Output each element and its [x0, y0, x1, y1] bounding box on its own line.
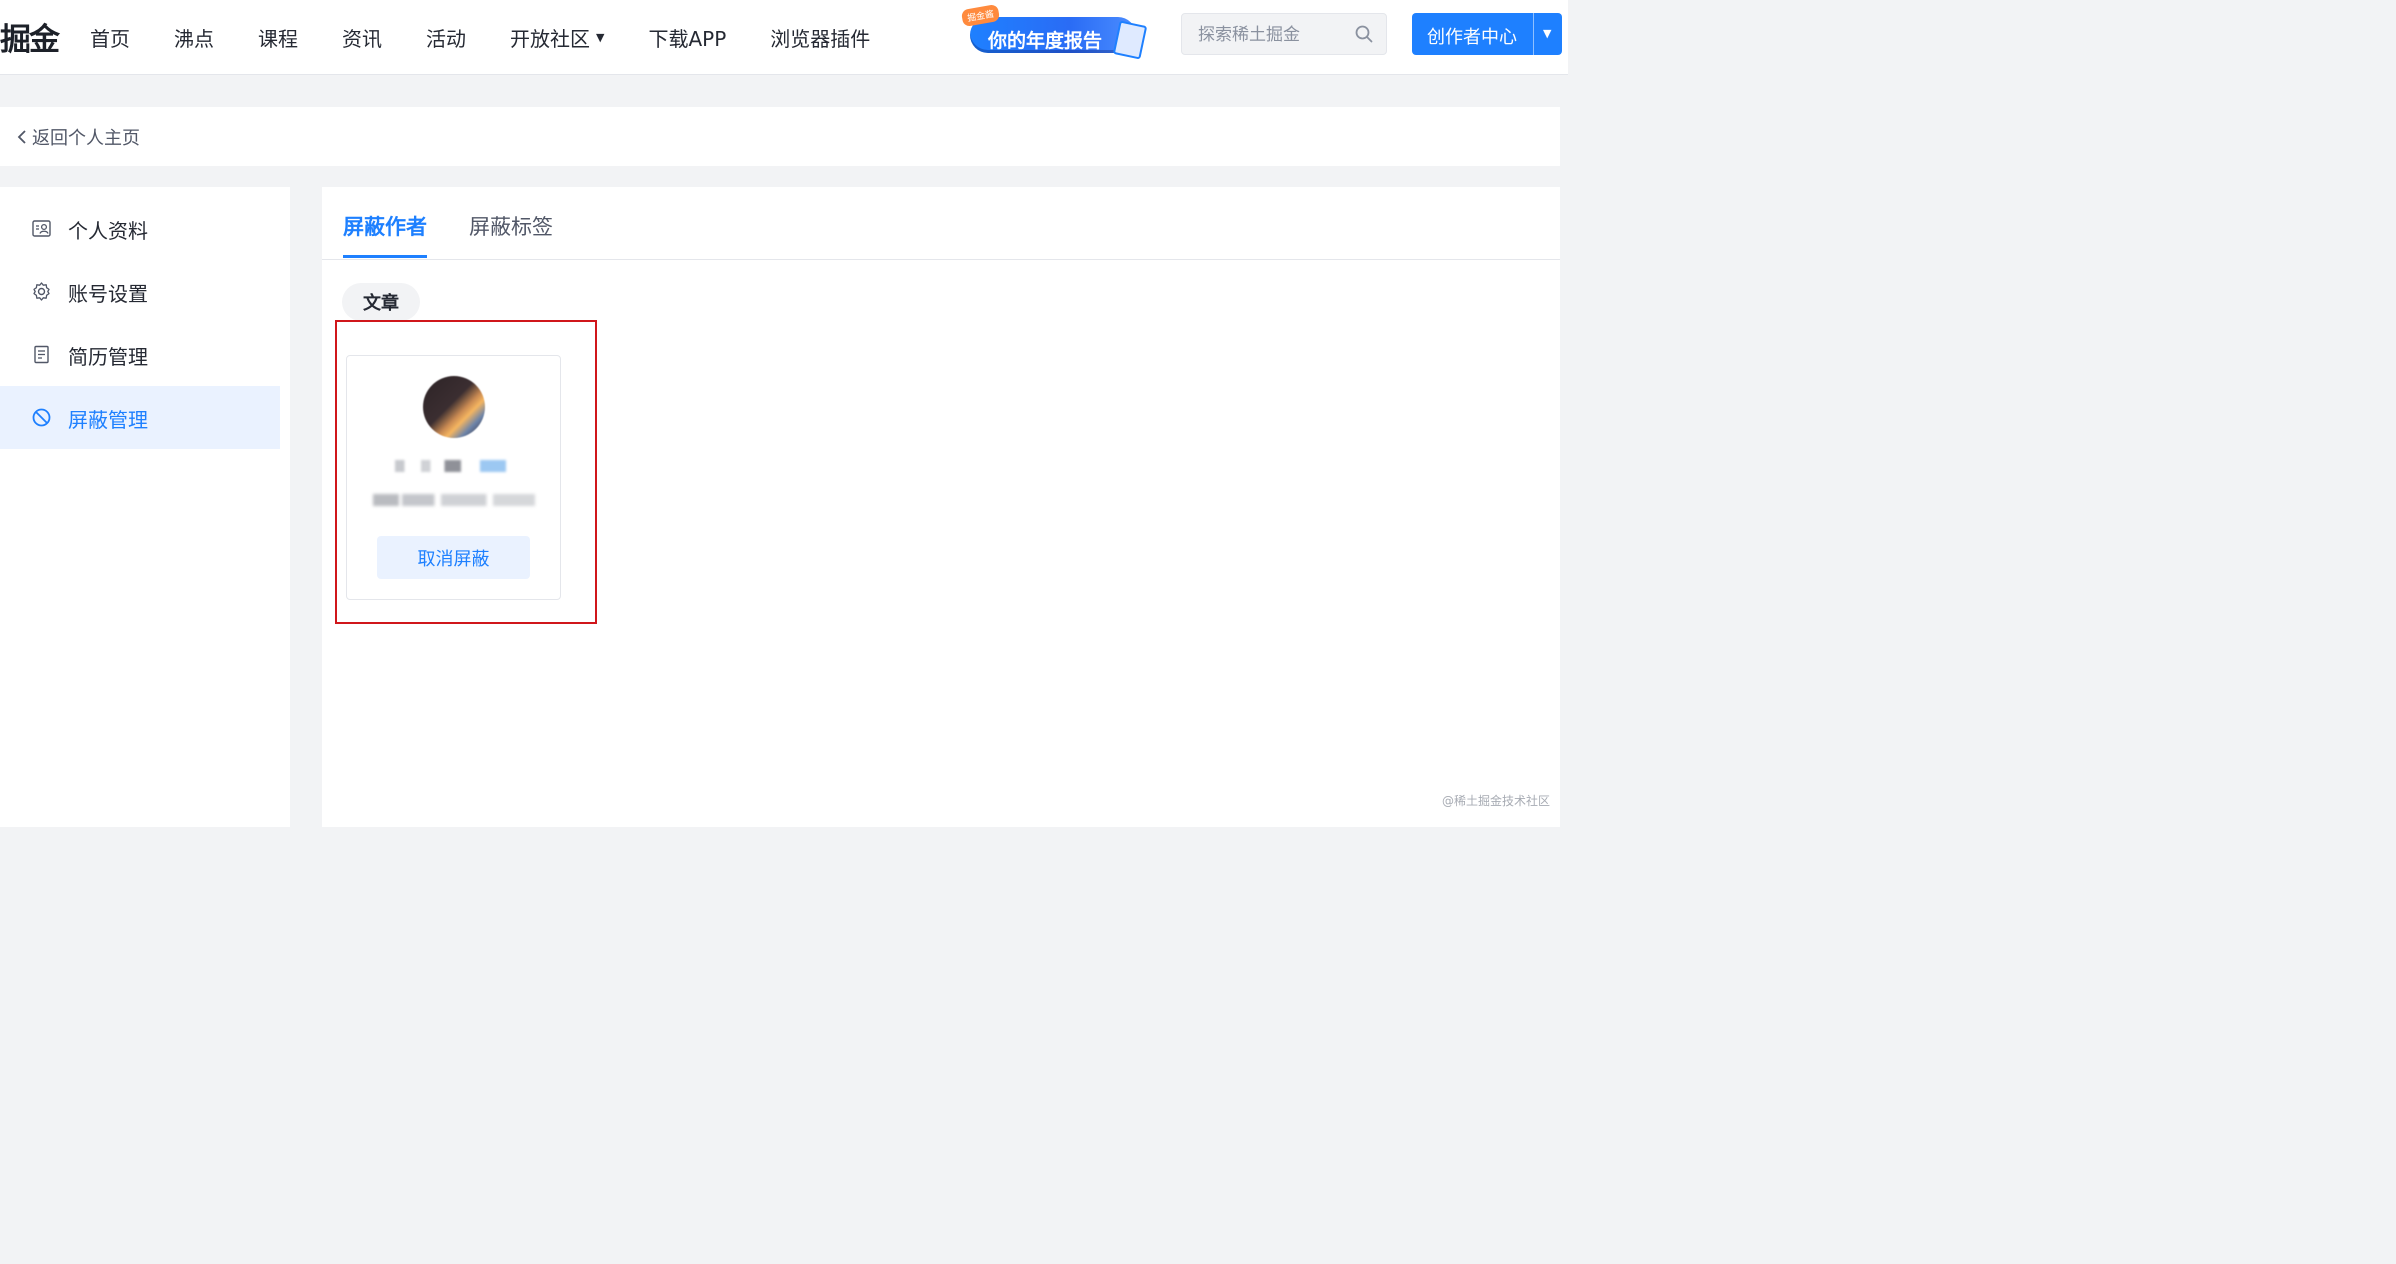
sidebar-item-block-management[interactable]: 屏蔽管理 [0, 386, 280, 449]
button-divider [1533, 13, 1534, 55]
nav-item-label: 课程 [258, 26, 298, 51]
nav-item-label: 下载APP [648, 26, 727, 51]
block-icon [32, 408, 51, 427]
nav-item-browser-extension[interactable]: 浏览器插件 [748, 23, 892, 52]
tab-bar: 屏蔽作者 屏蔽标签 [322, 187, 1560, 260]
blocked-user-card: 取消屏蔽 [346, 355, 561, 600]
caret-down-icon: ▼ [596, 30, 605, 44]
sidebar-item-profile[interactable]: 个人资料 [0, 197, 280, 260]
caret-down-icon[interactable]: ▼ [1543, 27, 1551, 40]
blurred-username [395, 460, 513, 472]
avatar[interactable] [423, 376, 485, 438]
nav-item-download-app[interactable]: 下载APP [626, 23, 748, 52]
creator-center-label: 创作者中心 [1427, 27, 1517, 48]
nav-item-home[interactable]: 首页 [68, 23, 152, 52]
sidebar-item-account-settings[interactable]: 账号设置 [0, 260, 280, 323]
annual-report-text: 你的年度报告 [988, 30, 1103, 52]
nav-item-label: 沸点 [174, 26, 214, 51]
back-bar: 返回个人主页 [0, 107, 1560, 166]
sidebar-item-label: 简历管理 [68, 345, 148, 369]
nav-item-label: 首页 [90, 26, 130, 51]
nav-item-label: 资讯 [342, 26, 382, 51]
watermark: @稀土掘金技术社区 [1442, 794, 1551, 808]
search-icon[interactable] [1354, 24, 1374, 44]
back-link-label: 返回个人主页 [32, 128, 140, 149]
resume-icon [34, 345, 49, 364]
top-header: 掘金 首页 沸点 课程 资讯 活动 开放社区 ▼ 下载APP 浏览器插件 你的年… [0, 0, 1568, 75]
nav-item-events[interactable]: 活动 [404, 23, 488, 52]
tab-blocked-tags[interactable]: 屏蔽标签 [469, 211, 553, 241]
chevron-left-icon [17, 130, 26, 144]
main-nav: 首页 沸点 课程 资讯 活动 开放社区 ▼ 下载APP 浏览器插件 [68, 0, 892, 74]
profile-card-icon [32, 220, 51, 237]
filter-chip-articles[interactable]: 文章 [342, 283, 420, 321]
block-management-panel: 屏蔽作者 屏蔽标签 文章 取消屏蔽 [322, 187, 1560, 827]
creator-center-button[interactable]: 创作者中心 ▼ [1412, 13, 1562, 55]
nav-item-news[interactable]: 资讯 [320, 23, 404, 52]
report-document-icon [1112, 20, 1148, 60]
nav-item-courses[interactable]: 课程 [236, 23, 320, 52]
tab-blocked-authors[interactable]: 屏蔽作者 [343, 211, 427, 241]
settings-sidebar: 个人资料 账号设置 简历管理 屏蔽管理 [0, 187, 290, 827]
nav-item-label: 浏览器插件 [770, 26, 871, 51]
blurred-user-description [373, 494, 535, 506]
site-logo[interactable]: 掘金 [0, 14, 60, 59]
search-input[interactable] [1182, 14, 1360, 56]
nav-item-pins[interactable]: 沸点 [152, 23, 236, 52]
sidebar-item-label: 个人资料 [68, 219, 148, 243]
annual-report-banner[interactable]: 你的年度报告 掘金酱 [960, 3, 1156, 60]
back-to-profile-link[interactable]: 返回个人主页 [16, 124, 140, 150]
nav-item-open-community[interactable]: 开放社区 ▼ [488, 23, 626, 52]
unblock-button[interactable]: 取消屏蔽 [377, 536, 530, 579]
nav-item-label: 活动 [426, 26, 466, 51]
active-tab-indicator [343, 255, 427, 258]
gear-icon [33, 282, 50, 301]
search-box [1181, 13, 1387, 56]
sidebar-item-label: 账号设置 [68, 282, 148, 306]
annual-report-pill: 你的年度报告 [970, 17, 1136, 53]
nav-item-label: 开放社区 [510, 26, 590, 51]
sidebar-item-label: 屏蔽管理 [68, 408, 148, 432]
sidebar-item-resume[interactable]: 简历管理 [0, 323, 280, 386]
